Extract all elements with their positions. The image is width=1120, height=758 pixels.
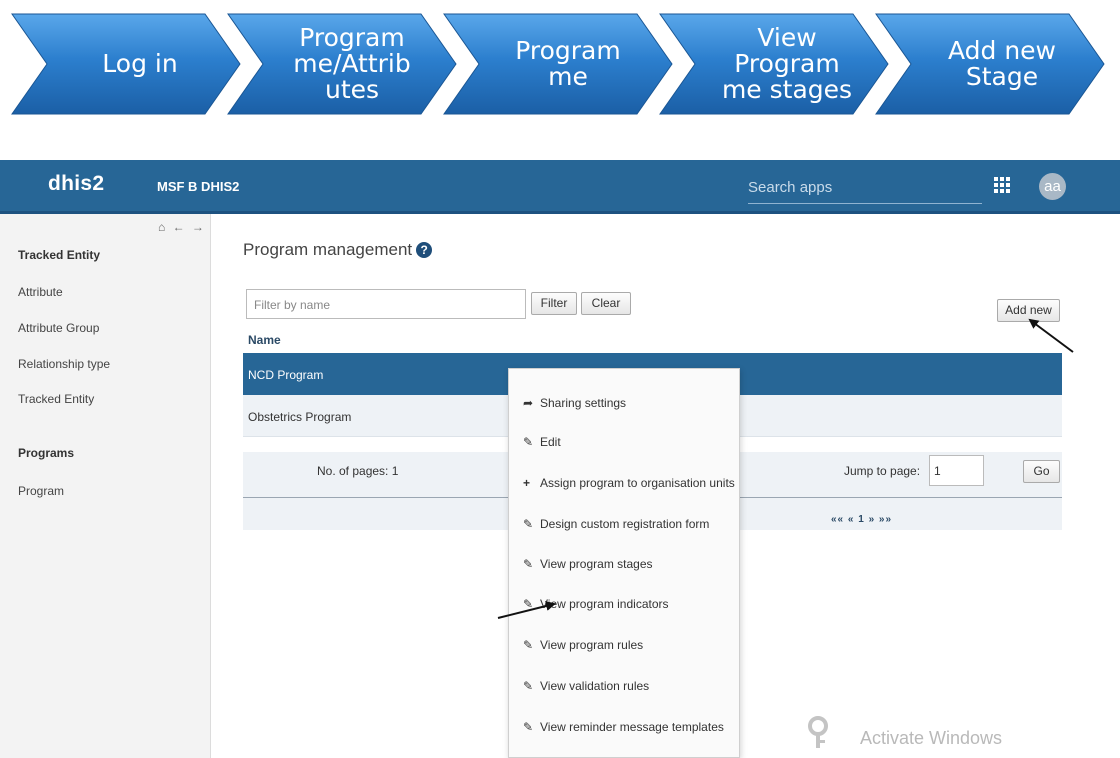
pages-count: No. of pages: 1 bbox=[317, 464, 399, 478]
key-icon bbox=[808, 716, 828, 748]
edit-icon: ✎ bbox=[523, 597, 534, 611]
menu-item-view-reminder-templates[interactable]: ✎ View reminder message templates bbox=[523, 717, 724, 737]
menu-item-design-registration-form[interactable]: ✎ Design custom registration form bbox=[523, 514, 709, 534]
sidebar: ⌂ ← → Tracked Entity Attribute Attribute… bbox=[0, 214, 211, 758]
menu-item-view-program-stages[interactable]: ✎ View program stages bbox=[523, 554, 653, 574]
jump-to-page-input[interactable]: 1 bbox=[929, 455, 984, 486]
avatar[interactable]: aa bbox=[1039, 173, 1066, 200]
sidebar-header-programs: Programs bbox=[18, 446, 75, 460]
nav-home-back-forward-icons[interactable]: ⌂ ← → bbox=[158, 220, 206, 234]
sidebar-header-tracked-entity: Tracked Entity bbox=[18, 248, 101, 262]
instance-name: MSF B DHIS2 bbox=[157, 179, 240, 194]
menu-item-label: Sharing settings bbox=[540, 396, 627, 410]
menu-item-label: Design custom registration form bbox=[540, 517, 710, 531]
menu-item-label: View program rules bbox=[540, 638, 644, 652]
add-new-button[interactable]: Add new bbox=[997, 299, 1060, 322]
menu-item-label: View program indicators bbox=[540, 597, 669, 611]
arrow-to-add-new bbox=[1028, 318, 1074, 353]
context-menu: ➦ Sharing settings ✎ Edit + Assign program … bbox=[508, 368, 740, 758]
pager-navigation[interactable]: «« « 1 » »» bbox=[831, 514, 892, 525]
sidebar-item-attribute-group[interactable]: Attribute Group bbox=[18, 321, 99, 335]
process-steps: Log in Program me/Attrib utes Program me… bbox=[0, 0, 1120, 130]
page-title: Program management? bbox=[243, 240, 433, 260]
menu-item-assign-org-units[interactable]: + Assign program to organisation units bbox=[523, 473, 735, 493]
menu-item-label: Edit bbox=[540, 435, 561, 449]
clear-button[interactable]: Clear bbox=[581, 292, 631, 315]
step-label-3: Program me bbox=[515, 36, 621, 91]
watermark-text: Activate Windows bbox=[860, 728, 1003, 748]
sidebar-item-relationship-type[interactable]: Relationship type bbox=[18, 357, 110, 371]
edit-icon: ✎ bbox=[523, 720, 534, 734]
edit-icon: ✎ bbox=[523, 557, 534, 571]
plus-icon: + bbox=[523, 476, 531, 490]
filter-button[interactable]: Filter bbox=[531, 292, 577, 315]
row-name: Obstetrics Program bbox=[248, 410, 352, 424]
column-header-name[interactable]: Name bbox=[248, 333, 281, 347]
edit-icon: ✎ bbox=[523, 679, 534, 693]
sidebar-item-attribute[interactable]: Attribute bbox=[18, 285, 63, 299]
app-header: dhis2 MSF B DHIS2 Search apps aa bbox=[0, 160, 1120, 214]
edit-icon: ✎ bbox=[523, 517, 534, 531]
go-button[interactable]: Go bbox=[1023, 460, 1060, 483]
step-label-1: Log in bbox=[102, 49, 178, 78]
menu-item-edit[interactable]: ✎ Edit bbox=[523, 432, 561, 452]
help-icon[interactable]: ? bbox=[416, 242, 433, 258]
menu-item-label: View validation rules bbox=[540, 679, 650, 693]
row-name: NCD Program bbox=[248, 368, 324, 382]
step-label-4: View Program me stages bbox=[721, 23, 853, 104]
sidebar-item-program[interactable]: Program bbox=[18, 484, 64, 498]
menu-item-view-program-rules[interactable]: ✎ View program rules bbox=[523, 635, 643, 655]
menu-item-label: View program stages bbox=[540, 557, 653, 571]
sidebar-item-tracked-entity[interactable]: Tracked Entity bbox=[18, 392, 94, 406]
menu-item-label: View reminder message templates bbox=[540, 720, 724, 734]
edit-icon: ✎ bbox=[523, 638, 534, 652]
step-label-5: Add new Stage bbox=[947, 36, 1057, 91]
jump-to-page-label: Jump to page: bbox=[844, 464, 921, 478]
edit-icon: ✎ bbox=[523, 435, 534, 449]
menu-item-view-program-indicators[interactable]: ✎ View program indicators bbox=[523, 594, 669, 614]
search-apps-input[interactable]: Search apps bbox=[748, 172, 982, 204]
filter-by-name-input[interactable]: Filter by name bbox=[246, 289, 526, 319]
menu-item-view-validation-rules[interactable]: ✎ View validation rules bbox=[523, 676, 649, 696]
step-label-2: Program me/Attrib utes bbox=[293, 23, 411, 104]
page-title-text: Program management bbox=[243, 240, 413, 259]
dhis2-logo[interactable]: dhis2 bbox=[48, 172, 104, 196]
grid-icon[interactable] bbox=[994, 177, 1010, 193]
menu-item-sharing-settings[interactable]: ➦ Sharing settings bbox=[523, 393, 626, 413]
menu-item-label: Assign program to organisation units bbox=[540, 476, 735, 490]
share-icon: ➦ bbox=[523, 396, 534, 410]
